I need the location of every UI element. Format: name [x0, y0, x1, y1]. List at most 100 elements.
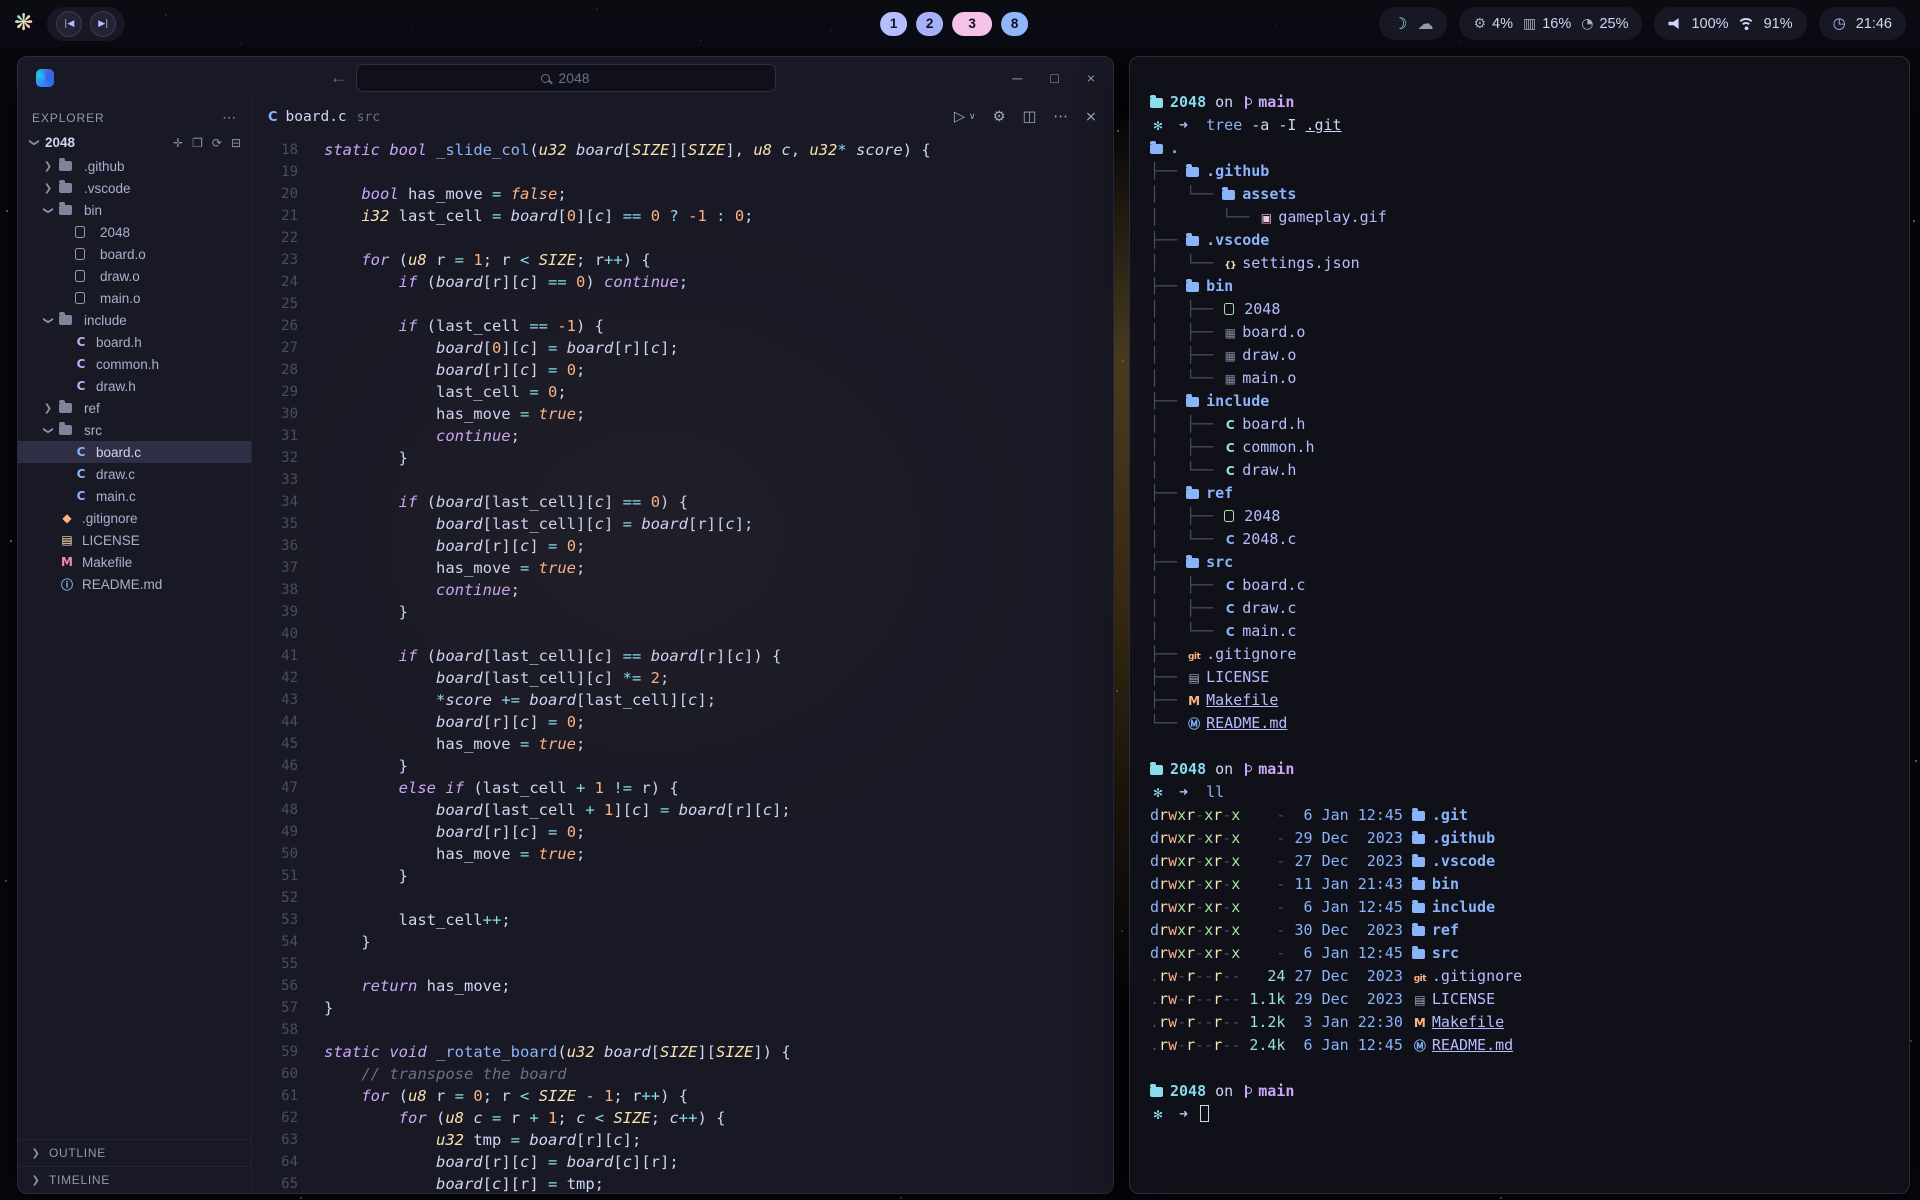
file-tree-item-LICENSE[interactable]: ▤LICENSE [18, 529, 251, 551]
split-editor-button[interactable]: ◫ [1023, 109, 1037, 125]
diamond-icon: ◆ [59, 511, 75, 525]
timeline-panel[interactable]: ❯ TIMELINE [18, 1166, 251, 1193]
nav-back-button[interactable]: ← [330, 68, 347, 88]
code-editor[interactable]: 18static bool _slide_col(u32 board[SIZE]… [252, 135, 1113, 1193]
file-tree-item-bin[interactable]: ❯bin [18, 199, 251, 221]
command-palette-search[interactable]: 2048 [356, 64, 776, 92]
file-tree-item-.github[interactable]: ❯.github [18, 155, 251, 177]
file-tree-item-main.o[interactable]: main.o [18, 287, 251, 309]
line-number: 47 [252, 777, 298, 799]
run-button[interactable]: ▷ [954, 109, 965, 125]
terminal-line: ├── MMakefile [1150, 689, 1909, 712]
terminal-line: 2048 on main [1150, 758, 1909, 781]
explorer-actions: ✛ ❐ ⟳ ⊟ [173, 136, 241, 150]
file-tree-item-draw.h[interactable]: Cdraw.h [18, 375, 251, 397]
file-tree-item-label: board.o [100, 247, 146, 262]
file-tree-item-board.c[interactable]: Cboard.c [18, 441, 251, 463]
code-line-42: 42 board[last_cell][c] *= 2; [252, 667, 1113, 689]
terminal-line: │ ├── 2048 [1150, 298, 1909, 321]
terminal-line: │ └── Cmain.c [1150, 620, 1909, 643]
terminal-window[interactable]: 2048 on main✻ ➜ tree -a -I .git.├── .git… [1129, 56, 1910, 1194]
folder-icon [59, 315, 72, 325]
folder-icon [1412, 903, 1425, 913]
top-bar: ❋ |◀ ▶| 1238 ☽ ☁ ⚙4%▥16%◔25% 100% 91% ◷ … [0, 0, 1920, 47]
line-number: 50 [252, 843, 298, 865]
new-folder-button[interactable]: ❐ [192, 136, 203, 150]
more-actions-button[interactable]: ⋯ [1053, 109, 1068, 125]
run-dropdown-button[interactable]: ∨ [969, 112, 976, 122]
file-tree-item-label: LICENSE [82, 533, 140, 548]
file-tree-item-2048[interactable]: 2048 [18, 221, 251, 243]
code-line-30: 30 has_move = true; [252, 403, 1113, 425]
close-button[interactable]: × [1087, 70, 1095, 86]
file-tree-item-README.md[interactable]: ⓘREADME.md [18, 573, 251, 595]
code-line-35: 35 board[last_cell][c] = board[r][c]; [252, 513, 1113, 535]
file-tree-item-board.h[interactable]: Cboard.h [18, 331, 251, 353]
workspace-3[interactable]: 3 [952, 12, 992, 36]
line-number: 46 [252, 755, 298, 777]
media-previous-button[interactable]: |◀ [56, 11, 82, 37]
terminal-line: . [1150, 137, 1909, 160]
explorer-menu-button[interactable]: ⋯ [222, 109, 237, 126]
refresh-explorer-button[interactable]: ⟳ [212, 136, 222, 150]
file-tree-item-ref[interactable]: ❯ref [18, 397, 251, 419]
explorer-header: EXPLORER ⋯ [18, 101, 251, 132]
tab-board-c[interactable]: C board.c src [268, 109, 380, 125]
new-file-button[interactable]: ✛ [173, 136, 183, 150]
editor-titlebar[interactable]: ← → 2048 ─ □ × [18, 57, 1113, 99]
file-tree-item-include[interactable]: ❯include [18, 309, 251, 331]
file-tree-item-board.o[interactable]: board.o [18, 243, 251, 265]
md-icon: Ⓜ [1186, 713, 1202, 736]
tab-folder-hint: src [357, 110, 380, 125]
terminal-line: │ ├── ▦board.o [1150, 321, 1909, 344]
file-tree-item-label: draw.o [100, 269, 140, 284]
terminal-line: │ └── Cdraw.h [1150, 459, 1909, 482]
project-root-item[interactable]: ❯ 2048 ✛❐⟳⊟ [18, 132, 251, 153]
line-number: 40 [252, 623, 298, 645]
code-line-58: 58 [252, 1019, 1113, 1041]
weather-widget[interactable]: ☽ ☁ [1379, 7, 1447, 40]
file-tree-item-common.h[interactable]: Ccommon.h [18, 353, 251, 375]
topbar-right: ☽ ☁ ⚙4%▥16%◔25% 100% 91% ◷ 21:46 [1379, 7, 1906, 40]
h-icon: C [1222, 460, 1238, 483]
line-number: 29 [252, 381, 298, 403]
terminal-line: │ └── assets [1150, 183, 1909, 206]
file-tree-item-.gitignore[interactable]: ◆.gitignore [18, 507, 251, 529]
file-tree-item-draw.o[interactable]: draw.o [18, 265, 251, 287]
folder-icon [59, 205, 72, 215]
file-tree-item-Makefile[interactable]: MMakefile [18, 551, 251, 573]
system-logo-icon[interactable]: ❋ [14, 12, 33, 35]
maximize-button[interactable]: □ [1050, 70, 1058, 86]
workspace-2[interactable]: 2 [916, 12, 943, 36]
workspace-1[interactable]: 1 [880, 12, 907, 36]
terminal-line: .rw-r--r-- 1.1k 29 Dec 2023 ▤LICENSE [1150, 988, 1909, 1011]
code-line-65: 65 board[c][r] = tmp; [252, 1173, 1113, 1193]
file-tree-item-label: board.c [96, 445, 141, 460]
terminal-line: └── ⓂREADME.md [1150, 712, 1909, 735]
settings-button[interactable]: ⚙ [993, 109, 1006, 125]
workspace-switcher: 1238 [880, 12, 1028, 36]
volume-value: 100% [1691, 16, 1728, 32]
media-next-button[interactable]: ▶| [90, 11, 116, 37]
file-tree-item-draw.c[interactable]: Cdraw.c [18, 463, 251, 485]
terminal-line: ├── bin [1150, 275, 1909, 298]
file-tree-item-src[interactable]: ❯src [18, 419, 251, 441]
file-tree-item-.vscode[interactable]: ❯.vscode [18, 177, 251, 199]
clock-widget[interactable]: ◷ 21:46 [1819, 7, 1906, 40]
collapse-folders-button[interactable]: ⊟ [231, 136, 241, 150]
line-number: 20 [252, 183, 298, 205]
line-number: 57 [252, 997, 298, 1019]
outline-panel[interactable]: ❯ OUTLINE [18, 1139, 251, 1166]
code-line-27: 27 board[0][c] = board[r][c]; [252, 337, 1113, 359]
audio-network-widget[interactable]: 100% 91% [1654, 7, 1806, 40]
close-editor-button[interactable]: × [1085, 109, 1097, 125]
terminal-line: │ └── {}settings.json [1150, 252, 1909, 275]
code-line-31: 31 continue; [252, 425, 1113, 447]
disk-icon: ◔ [1581, 17, 1593, 31]
workspace-8[interactable]: 8 [1001, 12, 1028, 36]
folder-icon [59, 425, 72, 435]
file-tree-item-main.c[interactable]: Cmain.c [18, 485, 251, 507]
cpu-value: 4% [1492, 16, 1513, 32]
minimize-button[interactable]: ─ [1012, 70, 1022, 86]
make-icon: M [59, 555, 75, 569]
